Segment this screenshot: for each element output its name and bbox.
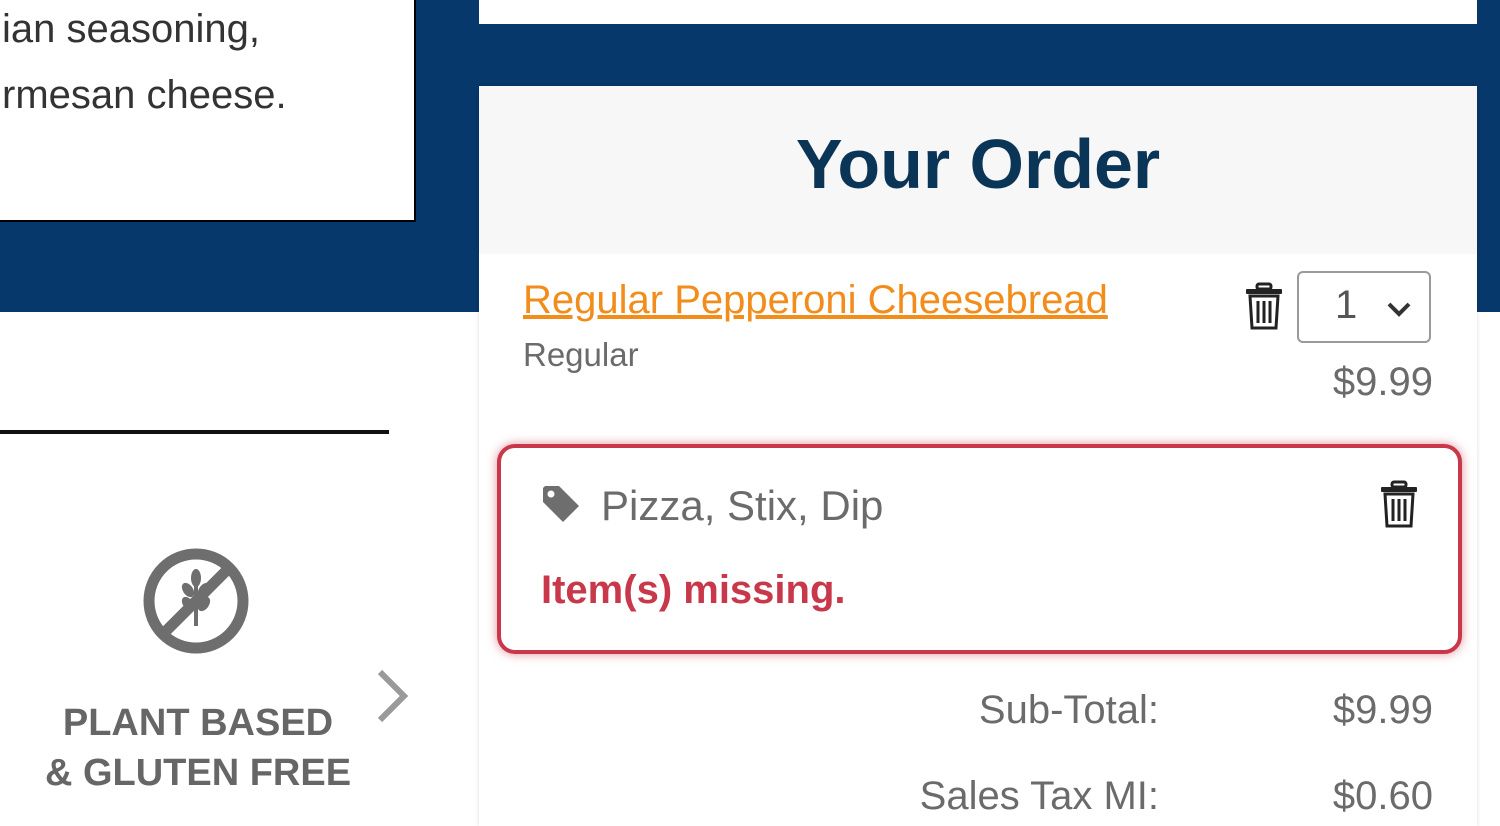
description-line: ian seasoning, [2,7,260,51]
gluten-free-icon [143,548,249,654]
label-line: PLANT BASED [62,702,334,744]
subtotal-value: $9.99 [1332,688,1433,732]
item-variant: Regular [523,336,639,373]
chevron-right-icon[interactable] [372,666,412,726]
item-name-link[interactable]: Regular Pepperoni Cheesebread [523,278,1108,323]
tax-label: Sales Tax MI: [919,774,1159,818]
divider [0,430,389,434]
quantity-select[interactable]: 1 [1297,271,1431,343]
plant-based-gluten-free-label[interactable]: PLANT BASED & GLUTEN FREE [0,698,396,798]
top-card-edge [479,0,1477,24]
description-line: rmesan cheese. [2,73,287,117]
tax-value: $0.60 [1332,774,1433,818]
product-description-card: ian seasoning, rmesan cheese. [0,0,416,222]
trash-icon[interactable] [1244,282,1284,330]
chevron-down-icon [1387,302,1411,317]
quantity-value: 1 [1335,283,1358,327]
promo-error-message: Item(s) missing. [541,568,846,612]
promo-name: Pizza, Stix, Dip [601,482,884,529]
label-line: & GLUTEN FREE [44,752,352,794]
subtotal-label: Sub-Total: [978,688,1159,732]
item-price: $9.99 [1332,360,1433,404]
tag-icon [543,486,579,522]
order-title: Your Order [795,125,1161,203]
order-panel: Your Order Regular Pepperoni Cheesebread… [479,86,1477,826]
order-header: Your Order [479,86,1477,254]
promo-card: Pizza, Stix, Dip Item(s) missing. [497,444,1462,654]
trash-icon[interactable] [1379,480,1419,528]
